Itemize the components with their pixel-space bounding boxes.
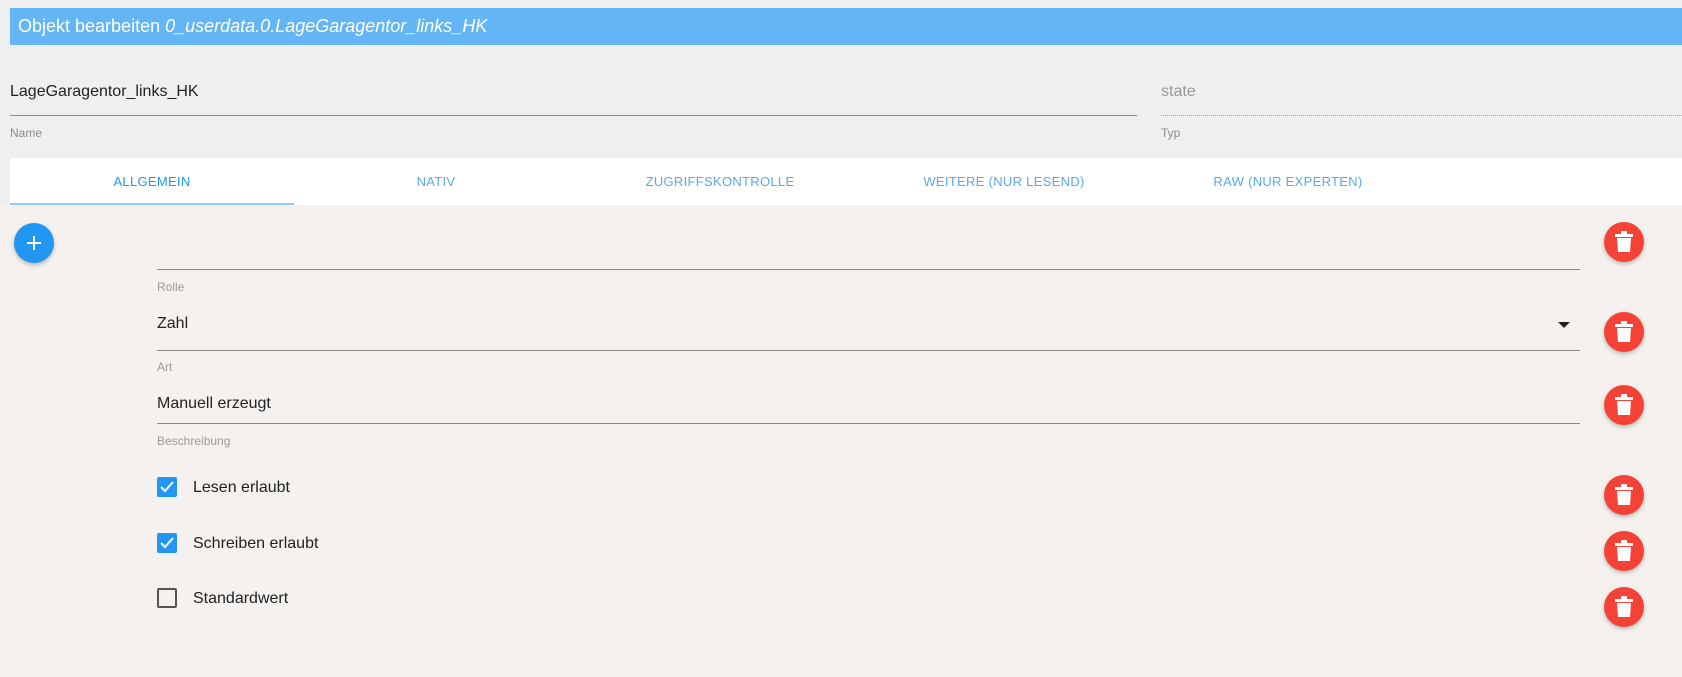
delete-role-button[interactable]	[1604, 222, 1644, 262]
art-label: Art	[157, 360, 173, 374]
delete-description-button[interactable]	[1604, 385, 1644, 425]
edit-object-dialog: Objekt bearbeiten 0_userdata.0.LageGarag…	[0, 0, 1682, 677]
trash-icon	[1615, 394, 1633, 415]
trash-icon	[1615, 231, 1633, 252]
role-label: Rolle	[157, 280, 185, 294]
description-label: Beschreibung	[157, 434, 231, 448]
delete-read-button[interactable]	[1604, 475, 1644, 515]
delete-art-button[interactable]	[1604, 312, 1644, 352]
default-value-label: Standardwert	[193, 590, 289, 607]
check-icon	[160, 481, 174, 493]
role-underline	[157, 269, 1580, 270]
write-allowed-row[interactable]: Schreiben erlaubt	[157, 533, 457, 557]
caret-down-icon[interactable]	[1558, 322, 1570, 329]
type-value: state	[1161, 83, 1196, 100]
type-underline	[1161, 115, 1682, 116]
read-allowed-label: Lesen erlaubt	[193, 479, 290, 496]
dialog-object-id: 0_userdata.0.LageGaragentor_links_HK	[165, 16, 488, 36]
name-value[interactable]: LageGaragentor_links_HK	[10, 83, 199, 101]
read-allowed-checkbox[interactable]	[157, 477, 177, 497]
default-value-row[interactable]: Standardwert	[157, 588, 457, 612]
art-select[interactable]: Zahl Art	[157, 300, 1580, 382]
check-icon	[160, 537, 174, 549]
trash-icon	[1615, 484, 1633, 505]
tab-weitere[interactable]: WEITERE (NUR LESEND)	[862, 158, 1146, 205]
description-field[interactable]: Manuell erzeugt Beschreibung	[157, 385, 1580, 460]
tab-nativ[interactable]: NATIV	[294, 158, 578, 205]
trash-icon	[1615, 321, 1633, 342]
trash-icon	[1615, 540, 1633, 561]
delete-default-button[interactable]	[1604, 587, 1644, 627]
trash-icon	[1615, 596, 1633, 617]
tab-bar: ALLGEMEIN NATIV ZUGRIFFSKONTROLLE WEITER…	[10, 158, 1682, 205]
tab-zugriffskontrolle[interactable]: ZUGRIFFSKONTROLLE	[578, 158, 862, 205]
plus-icon	[27, 236, 41, 250]
type-label: Typ	[1161, 126, 1181, 140]
read-allowed-row[interactable]: Lesen erlaubt	[157, 477, 457, 501]
delete-write-button[interactable]	[1604, 531, 1644, 571]
type-field: state Typ	[1161, 83, 1682, 143]
tab-raw[interactable]: RAW (NUR EXPERTEN)	[1146, 158, 1430, 205]
write-allowed-label: Schreiben erlaubt	[193, 535, 319, 552]
default-value-checkbox[interactable]	[157, 588, 177, 608]
dialog-title: Objekt bearbeiten	[18, 16, 161, 36]
name-field[interactable]: LageGaragentor_links_HK Name	[10, 83, 1137, 143]
role-field[interactable]: Rolle	[157, 205, 1580, 295]
art-value[interactable]: Zahl	[157, 315, 188, 333]
general-tab-panel: Rolle Zahl Art Manuell erzeugt Beschreib…	[0, 205, 1682, 677]
name-label: Name	[10, 126, 43, 140]
description-value[interactable]: Manuell erzeugt	[157, 395, 271, 413]
description-underline	[157, 423, 1580, 424]
write-allowed-checkbox[interactable]	[157, 533, 177, 553]
art-underline	[157, 350, 1580, 351]
name-underline	[10, 115, 1137, 116]
tab-allgemein[interactable]: ALLGEMEIN	[10, 158, 294, 205]
dialog-title-bar: Objekt bearbeiten 0_userdata.0.LageGarag…	[10, 8, 1682, 45]
add-attribute-button[interactable]	[14, 223, 54, 263]
